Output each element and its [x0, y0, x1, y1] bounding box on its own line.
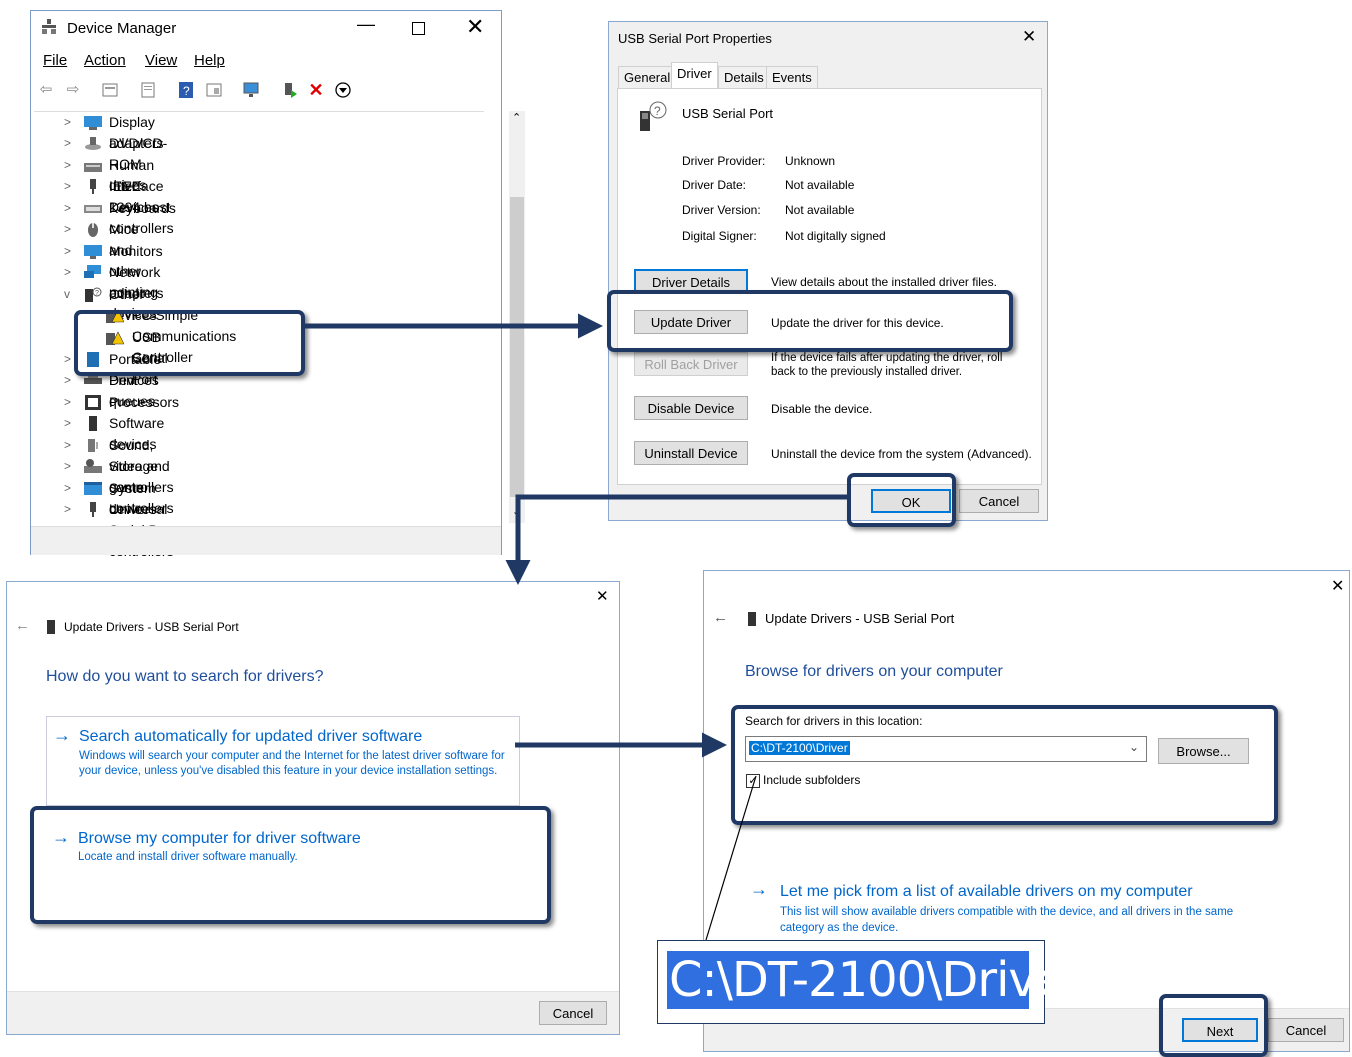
zoom-leader-line	[705, 775, 757, 941]
arrow-to-update-dialog	[505, 494, 847, 585]
flow-arrows	[302, 313, 847, 941]
